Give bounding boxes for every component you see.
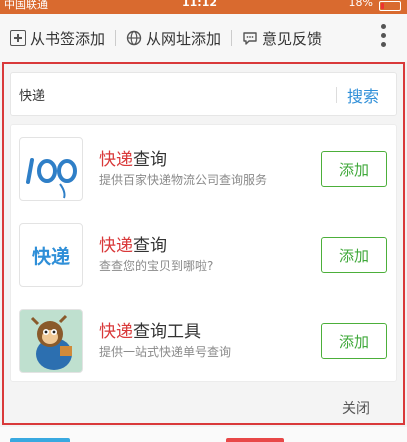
toolbar-divider xyxy=(231,30,233,46)
add-button[interactable]: 添加 xyxy=(321,151,387,187)
add-from-url-label: 从网址添加 xyxy=(146,29,222,48)
search-panel: 搜索 快递查询 提供百家快递物流公司查询服务 添加 快递 快递查询 查查您的宝 xyxy=(2,62,405,425)
add-from-bookmarks-button[interactable]: 从书签添加 xyxy=(10,28,105,49)
result-title: 快递查询工具 xyxy=(99,317,201,342)
bookmark-add-icon xyxy=(10,30,26,46)
result-description: 查查您的宝贝到哪啦? xyxy=(99,259,214,273)
title-highlight: 快递 xyxy=(99,322,133,342)
background-tile xyxy=(10,438,70,442)
battery-fill xyxy=(381,3,384,9)
close-button[interactable]: 关闭 xyxy=(342,398,370,418)
title-highlight: 快递 xyxy=(99,236,133,256)
list-item: 快递 快递查询 查查您的宝贝到哪啦? 添加 xyxy=(11,211,396,297)
search-divider xyxy=(336,87,337,103)
background-tile xyxy=(226,438,284,442)
globe-icon xyxy=(126,30,142,46)
title-rest: 查询 xyxy=(133,150,167,170)
status-bar: 中国联通 11:12 18% xyxy=(0,0,407,14)
carrier-label: 中国联通 xyxy=(4,0,48,11)
toolbar-divider xyxy=(115,30,117,46)
add-button[interactable]: 添加 xyxy=(321,237,387,273)
more-vertical-icon[interactable] xyxy=(381,24,387,47)
toolbar: 从书签添加 从网址添加 意见反馈 xyxy=(0,14,407,62)
kuaidi100-logo xyxy=(19,137,83,201)
search-box: 搜索 xyxy=(10,72,397,116)
feedback-label: 意见反馈 xyxy=(262,29,323,48)
result-title: 快递查询 xyxy=(99,231,167,256)
title-rest: 查询工具 xyxy=(133,322,201,342)
list-item: 快递查询 提供百家快递物流公司查询服务 添加 xyxy=(11,125,396,211)
result-description: 提供一站式快递单号查询 xyxy=(99,345,232,359)
title-highlight: 快递 xyxy=(99,150,133,170)
search-input[interactable] xyxy=(19,81,319,107)
add-from-url-button[interactable]: 从网址添加 xyxy=(126,28,221,49)
add-button[interactable]: 添加 xyxy=(321,323,387,359)
battery-percent: 18% xyxy=(348,0,373,9)
title-rest: 查询 xyxy=(133,236,167,256)
cartoon-mascot-logo xyxy=(19,309,83,373)
result-title: 快递查询 xyxy=(99,145,167,170)
add-from-bookmarks-label: 从书签添加 xyxy=(30,29,106,48)
search-button[interactable]: 搜索 xyxy=(347,83,379,107)
result-list: 快递查询 提供百家快递物流公司查询服务 添加 快递 快递查询 查查您的宝贝到哪啦… xyxy=(10,124,397,382)
logo-text: 快递 xyxy=(31,245,70,268)
battery-icon xyxy=(379,1,401,11)
background-content xyxy=(0,427,407,442)
kuaidi-text-logo: 快递 xyxy=(19,223,83,287)
list-item: 快递查询工具 提供一站式快递单号查询 添加 xyxy=(11,297,396,383)
clock: 11:12 xyxy=(182,0,218,9)
feedback-button[interactable]: 意见反馈 xyxy=(242,28,322,49)
result-description: 提供百家快递物流公司查询服务 xyxy=(99,173,268,187)
chat-bubble-icon xyxy=(242,30,258,46)
